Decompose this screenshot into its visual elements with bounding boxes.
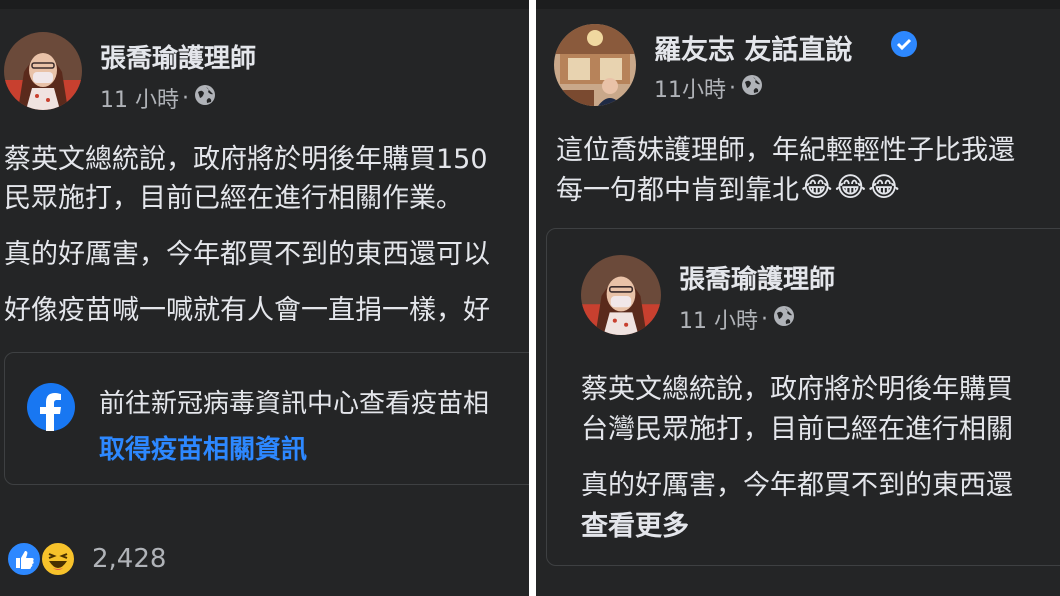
shared-body-line: 真的好厲害，今年都買不到的東西還 — [581, 470, 1013, 501]
laughing-emoji: 😂 — [801, 172, 833, 203]
post-body-line: 每一句都中肯到靠北 😂 😂 😂 — [556, 168, 900, 207]
right-post-panel: 羅友志 友話直說 11小時 · 這位喬妹護理師，年紀輕輕性子比我還 每一句都中肯… — [536, 0, 1060, 596]
left-post-panel: 張喬瑜護理師 11 小時 · 蔡英文總統說，政府將於明後年購買150 民眾施打，… — [0, 0, 529, 596]
post-body-line: 這位喬妹護理師，年紀輕輕性子比我還 — [556, 135, 1015, 166]
facebook-logo-icon — [27, 383, 75, 435]
shared-body-line: 台灣民眾施打，目前已經在進行相關 — [581, 414, 1013, 445]
globe-icon — [772, 304, 796, 334]
globe-icon — [740, 73, 764, 103]
shared-body-line: 蔡英文總統說，政府將於明後年購買 — [581, 374, 1013, 405]
shared-post-time[interactable]: 11 小時 — [679, 303, 758, 335]
top-strip — [536, 0, 1060, 9]
globe-icon — [193, 83, 217, 113]
like-reaction-icon[interactable] — [6, 541, 42, 581]
covid-info-card[interactable]: 前往新冠病毒資訊中心查看疫苗相 取得疫苗相關資訊 — [4, 352, 529, 485]
shared-post-meta: 11 小時 · — [679, 303, 796, 335]
post-meta: 11 小時 · — [100, 82, 217, 114]
author-avatar[interactable] — [554, 24, 636, 106]
author-name[interactable]: 張喬瑜護理師 — [100, 38, 256, 75]
laughing-emoji: 😂 — [868, 172, 900, 203]
top-strip — [0, 0, 529, 9]
reaction-count[interactable]: 2,428 — [92, 544, 166, 574]
post-time[interactable]: 11 小時 — [100, 82, 179, 114]
shared-author-name[interactable]: 張喬瑜護理師 — [679, 259, 835, 296]
post-body-line: 蔡英文總統說，政府將於明後年購買150 — [4, 144, 488, 175]
vaccine-info-link[interactable]: 取得疫苗相關資訊 — [99, 429, 307, 466]
verified-badge-icon — [891, 31, 917, 57]
post-meta: 11小時 · — [654, 72, 764, 104]
meta-separator: · — [182, 85, 189, 111]
info-card-text: 前往新冠病毒資訊中心查看疫苗相 — [99, 389, 490, 419]
meta-separator: · — [761, 306, 768, 332]
post-body-line: 真的好厲害，今年都買不到的東西還可以 — [4, 239, 490, 270]
author-name[interactable]: 羅友志 友話直說 — [654, 28, 852, 67]
post-body-text: 每一句都中肯到靠北 — [556, 175, 799, 206]
laughing-emoji: 😂 — [834, 172, 867, 203]
see-more-link[interactable]: 查看更多 — [581, 504, 689, 543]
shared-author-avatar[interactable] — [581, 255, 661, 335]
haha-reaction-icon[interactable] — [40, 541, 76, 581]
author-avatar[interactable] — [4, 32, 82, 110]
post-body-line: 民眾施打，目前已經在進行相關作業。 — [4, 183, 463, 214]
meta-separator: · — [729, 75, 736, 101]
post-time[interactable]: 11小時 — [654, 72, 726, 104]
post-body-line: 好像疫苗喊一喊就有人會一直捐一樣，好 — [4, 295, 490, 326]
shared-post-card[interactable]: 張喬瑜護理師 11 小時 · 蔡英文總統說，政府將於明後年購買 台灣民眾施打，目… — [546, 228, 1060, 566]
